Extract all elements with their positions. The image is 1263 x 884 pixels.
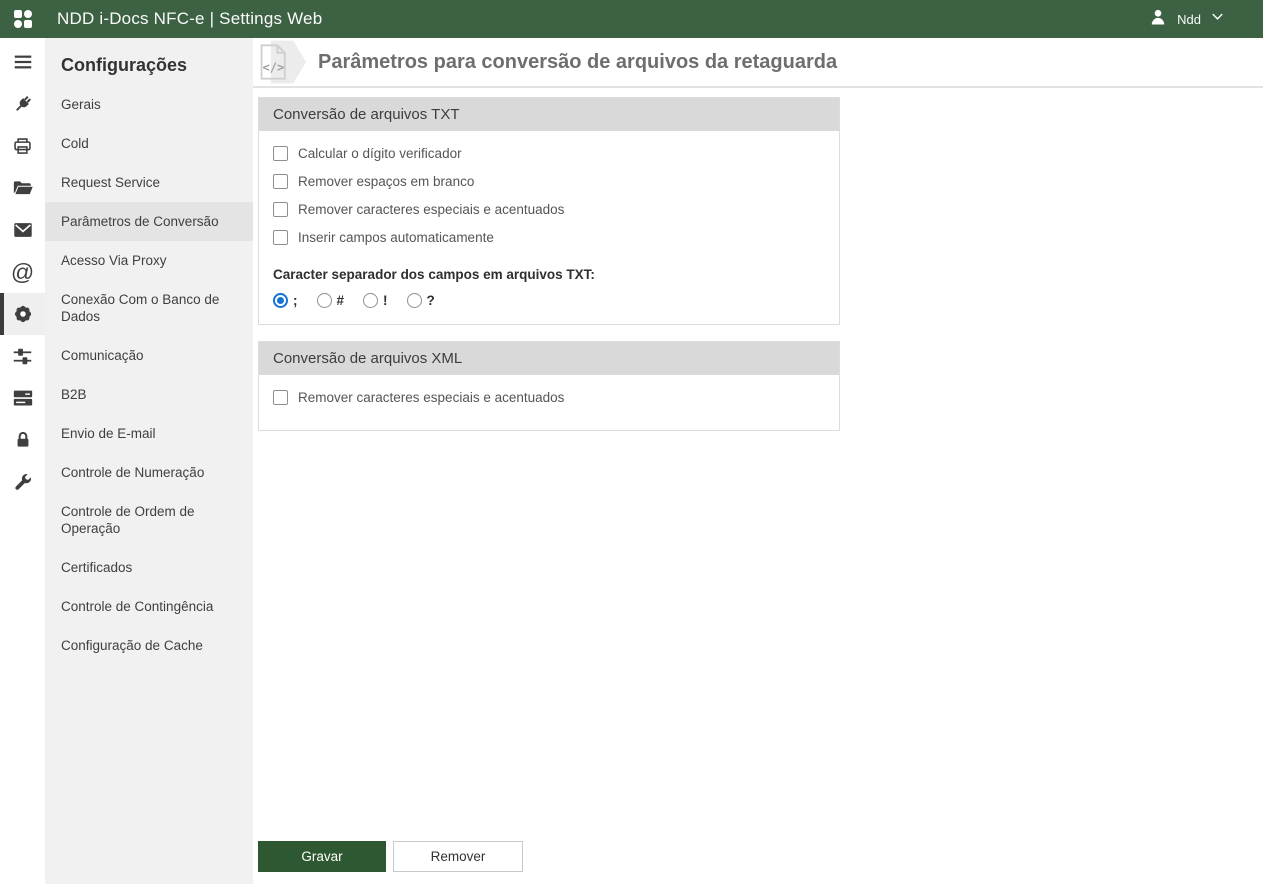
app-title: NDD i-Docs NFC-e | Settings Web xyxy=(57,9,323,28)
radio-exclamation[interactable]: ! xyxy=(363,293,388,308)
gear-icon xyxy=(12,303,34,325)
user-menu[interactable]: Ndd xyxy=(1148,7,1225,32)
checkbox-remover-caracteres-especiais-txt[interactable]: Remover caracteres especiais e acentuado… xyxy=(273,202,825,217)
action-buttons: Gravar Remover xyxy=(258,841,523,872)
checkbox-label: Calcular o dígito verificador xyxy=(298,146,462,161)
checkbox-remover-espacos-em-branco[interactable]: Remover espaços em branco xyxy=(273,174,825,189)
sidebar-item-certificados[interactable]: Certificados xyxy=(45,548,253,587)
panel-xml-conversion: Conversão de arquivos XML Remover caract… xyxy=(258,341,840,431)
checkbox-icon xyxy=(273,230,288,245)
sidebar-item-controle-de-numeracao[interactable]: Controle de Numeração xyxy=(45,453,253,492)
rail-integrations-button[interactable] xyxy=(0,83,45,125)
file-code-icon: </> xyxy=(256,40,308,84)
menu-icon xyxy=(12,51,34,73)
separator-character-label: Caracter separador dos campos em arquivo… xyxy=(273,267,595,282)
user-name: Ndd xyxy=(1177,11,1201,27)
radio-label: ! xyxy=(383,293,388,308)
checkbox-label: Inserir campos automaticamente xyxy=(298,230,494,245)
sidebar-item-envio-de-email[interactable]: Envio de E-mail xyxy=(45,414,253,453)
checkbox-icon xyxy=(273,174,288,189)
checkbox-remover-caracteres-especiais-xml[interactable]: Remover caracteres especiais e acentuado… xyxy=(273,390,825,405)
wrench-icon xyxy=(12,472,33,493)
save-button[interactable]: Gravar xyxy=(258,841,386,872)
rail-menu-button[interactable] xyxy=(0,41,45,83)
sidebar-item-controle-ordem-operacao[interactable]: Controle de Ordem de Operação xyxy=(45,492,253,548)
icon-rail: @ xyxy=(0,38,45,884)
sidebar-item-comunicacao[interactable]: Comunicação xyxy=(45,336,253,375)
remove-button[interactable]: Remover xyxy=(393,841,523,872)
panel-txt-conversion: Conversão de arquivos TXT Calcular o díg… xyxy=(258,97,840,325)
checkbox-inserir-campos-automaticamente[interactable]: Inserir campos automaticamente xyxy=(273,230,825,245)
topbar: NDD i-Docs NFC-e | Settings Web Ndd xyxy=(0,0,1263,38)
sidebar-item-acesso-via-proxy[interactable]: Acesso Via Proxy xyxy=(45,241,253,280)
printer-icon xyxy=(12,136,33,157)
radio-label: # xyxy=(336,293,345,308)
radio-label: ; xyxy=(293,293,298,308)
rail-settings-button[interactable] xyxy=(0,293,45,335)
rail-files-button[interactable] xyxy=(0,167,45,209)
sidebar-item-configuracao-de-cache[interactable]: Configuração de Cache xyxy=(45,626,253,665)
sidebar-item-conexao-banco-de-dados[interactable]: Conexão Com o Banco de Dados xyxy=(45,280,253,336)
separator-radio-group: ; # ! ? xyxy=(273,293,825,308)
checkbox-icon xyxy=(273,146,288,161)
radio-icon xyxy=(316,293,332,308)
at-sign-icon: @ xyxy=(10,258,35,285)
rail-security-button[interactable] xyxy=(0,419,45,461)
app-window: NDD i-Docs NFC-e | Settings Web Ndd @ Co… xyxy=(0,0,1263,884)
rail-tools-button[interactable] xyxy=(0,461,45,503)
rail-email-settings-button[interactable]: @ xyxy=(0,251,45,293)
form-area: Conversão de arquivos TXT Calcular o díg… xyxy=(253,88,1263,431)
plug-icon xyxy=(12,94,33,115)
checkbox-label: Remover espaços em branco xyxy=(298,174,475,189)
radio-semicolon[interactable]: ; xyxy=(273,293,298,308)
app-launcher-grid-icon[interactable] xyxy=(13,9,33,29)
page-header: </> Parâmetros para conversão de arquivo… xyxy=(253,38,1263,88)
folder-open-icon xyxy=(12,177,34,199)
sliders-icon xyxy=(12,346,33,367)
panel-xml-body: Remover caracteres especiais e acentuado… xyxy=(259,375,839,430)
sidebar-title: Configurações xyxy=(61,55,188,75)
checkbox-label: Remover caracteres especiais e acentuado… xyxy=(298,202,565,217)
panel-txt-body: Calcular o dígito verificador Remover es… xyxy=(259,131,839,324)
checkbox-calcular-digito-verificador[interactable]: Calcular o dígito verificador xyxy=(273,146,825,161)
chevron-down-icon xyxy=(1210,9,1225,29)
radio-icon xyxy=(273,293,288,308)
radio-hash[interactable]: # xyxy=(316,293,345,308)
checkbox-label: Remover caracteres especiais e acentuado… xyxy=(298,390,565,405)
user-icon xyxy=(1148,7,1168,32)
sidebar-item-controle-de-contingencia[interactable]: Controle de Contingência xyxy=(45,587,253,626)
sidebar-item-gerais[interactable]: Gerais xyxy=(45,85,253,124)
page-title: Parâmetros para conversão de arquivos da… xyxy=(318,50,838,73)
lock-icon xyxy=(13,430,33,450)
radio-label: ? xyxy=(426,293,435,308)
svg-text:</>: </> xyxy=(263,60,285,74)
sidebar-item-b2b[interactable]: B2B xyxy=(45,375,253,414)
server-icon xyxy=(12,387,34,409)
sidebar-item-request-service[interactable]: Request Service xyxy=(45,163,253,202)
checkbox-icon xyxy=(273,202,288,217)
panel-xml-title: Conversão de arquivos XML xyxy=(259,342,839,375)
checkbox-icon xyxy=(273,390,288,405)
rail-printer-button[interactable] xyxy=(0,125,45,167)
settings-sidebar: Configurações Gerais Cold Request Servic… xyxy=(45,38,253,884)
rail-parameters-button[interactable] xyxy=(0,335,45,377)
sidebar-item-cold[interactable]: Cold xyxy=(45,124,253,163)
envelope-icon xyxy=(12,219,34,241)
panel-txt-title: Conversão de arquivos TXT xyxy=(259,98,839,131)
radio-icon xyxy=(363,293,379,308)
sidebar-item-parametros-de-conversao[interactable]: Parâmetros de Conversão xyxy=(45,202,253,241)
rail-services-button[interactable] xyxy=(0,377,45,419)
main-content: </> Parâmetros para conversão de arquivo… xyxy=(253,38,1263,884)
radio-icon xyxy=(406,293,422,308)
rail-mail-button[interactable] xyxy=(0,209,45,251)
radio-question[interactable]: ? xyxy=(406,293,435,308)
